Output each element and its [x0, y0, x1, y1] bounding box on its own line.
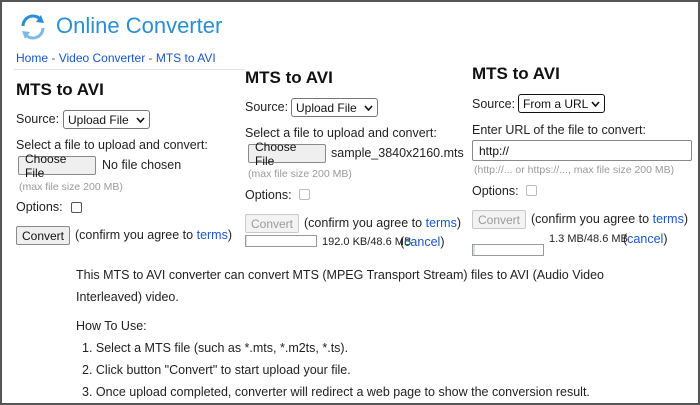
panel2-options-label: Options:: [245, 188, 292, 202]
panel2-source-value: Upload File: [296, 100, 357, 115]
panel1-options-checkbox[interactable]: [71, 202, 82, 213]
panel2-cancel-link[interactable]: cancel: [404, 235, 440, 249]
panel3-terms-link[interactable]: terms: [653, 212, 684, 226]
panel2-cancel-wrap: (cancel): [400, 235, 444, 249]
panel3-url-hint: (http://... or https://..., max file siz…: [474, 164, 675, 176]
panel3-progress-fill: [473, 245, 475, 255]
panel3-progress-bar: [472, 244, 544, 256]
panel1-source-select[interactable]: Upload File: [63, 110, 150, 129]
panel2-title: MTS to AVI: [245, 68, 333, 87]
panel2-file-name: sample_3840x2160.mts: [331, 146, 464, 160]
panel3-convert-button[interactable]: Convert: [472, 210, 526, 229]
panel3-url-prompt: Enter URL of the file to convert:: [472, 123, 646, 137]
chevron-down-icon: [364, 104, 373, 111]
panel2-agree-text: (confirm you agree to terms): [304, 216, 461, 230]
panel1-select-prompt: Select a file to upload and convert:: [16, 138, 208, 152]
panel1-agree-prefix: (confirm you agree to: [75, 228, 194, 242]
breadcrumb-home[interactable]: Home: [16, 51, 48, 65]
breadcrumb-separator: -: [145, 51, 156, 65]
how-to-step: 3. Once upload completed, converter will…: [82, 385, 590, 399]
how-to-step: 2. Click button "Convert" to start uploa…: [82, 363, 351, 377]
panel3-url-input[interactable]: [472, 140, 692, 161]
header-divider: [14, 69, 244, 70]
panel3-source-label: Source:: [472, 97, 516, 111]
description-intro: This MTS to AVI converter can convert MT…: [76, 268, 604, 282]
panel1-convert-button[interactable]: Convert: [16, 226, 70, 245]
panel1-title: MTS to AVI: [16, 80, 104, 99]
panel1-max-size: (max file size 200 MB): [19, 181, 123, 193]
panel1-file-name: No file chosen: [102, 158, 182, 172]
panel3-agree-text: (confirm you agree to terms): [531, 212, 688, 226]
how-to-heading: How To Use:: [76, 319, 147, 333]
panel1-options-label: Options:: [16, 200, 63, 214]
screenshot-frame: Online Converter Home - Video Converter …: [0, 0, 700, 405]
panel3-cancel-link[interactable]: cancel: [627, 232, 663, 246]
panel3-source-value: From a URL: [523, 96, 589, 111]
panel3-agree-prefix: (confirm you agree to: [531, 212, 650, 226]
chevron-down-icon: [136, 116, 145, 123]
panel3-cancel-close: ): [663, 232, 668, 246]
panel2-cancel-close: ): [440, 235, 445, 249]
panel3-title: MTS to AVI: [472, 64, 560, 83]
panel2-progress-bar: [245, 235, 317, 247]
chevron-down-icon: [591, 100, 600, 107]
panel1-choose-file-button[interactable]: Choose File: [18, 152, 96, 180]
breadcrumb-current[interactable]: MTS to AVI: [156, 51, 216, 65]
panel2-convert-button[interactable]: Convert: [245, 214, 299, 233]
panel2-options-checkbox[interactable]: [299, 189, 310, 200]
how-to-step: 1. Select a MTS file (such as *.mts, *.m…: [82, 341, 349, 355]
panel2-terms-link[interactable]: terms: [426, 216, 457, 230]
panel3-progress-text: 1.3 MB/48.6 MB: [549, 233, 628, 245]
panel2-source-select[interactable]: Upload File: [291, 98, 378, 117]
description-intro-cont: Interleaved) video.: [76, 290, 179, 304]
logo-icon[interactable]: [18, 12, 48, 42]
panel1-source-value: Upload File: [68, 112, 129, 127]
panel1-source-label: Source:: [16, 112, 60, 126]
panel1-agree-text: (confirm you agree to terms): [75, 228, 232, 242]
breadcrumb-video-converter[interactable]: Video Converter: [59, 51, 146, 65]
panel3-options-label: Options:: [472, 184, 519, 198]
panel2-source-label: Source:: [245, 100, 289, 114]
panel1-agree-close: ): [227, 228, 233, 242]
panel2-agree-close: ): [456, 216, 462, 230]
panel3-agree-close: ): [683, 212, 689, 226]
panel2-choose-file-button[interactable]: Choose File: [248, 140, 326, 168]
breadcrumb-separator: -: [48, 51, 59, 65]
panel1-terms-link[interactable]: terms: [197, 228, 228, 242]
panel3-cancel-wrap: (cancel): [623, 232, 667, 246]
breadcrumb: Home - Video Converter - MTS to AVI: [16, 51, 216, 65]
panel2-progress-text: 192.0 KB/48.6 MB: [322, 236, 412, 248]
logo-text[interactable]: Online Converter: [56, 13, 222, 39]
description-section: This MTS to AVI converter can convert MT…: [76, 264, 696, 403]
panel2-select-prompt: Select a file to upload and convert:: [245, 126, 437, 140]
panel2-agree-prefix: (confirm you agree to: [304, 216, 423, 230]
panel3-options-checkbox[interactable]: [526, 185, 537, 196]
panel3-source-select[interactable]: From a URL: [518, 94, 605, 113]
panel2-max-size: (max file size 200 MB): [248, 168, 352, 180]
